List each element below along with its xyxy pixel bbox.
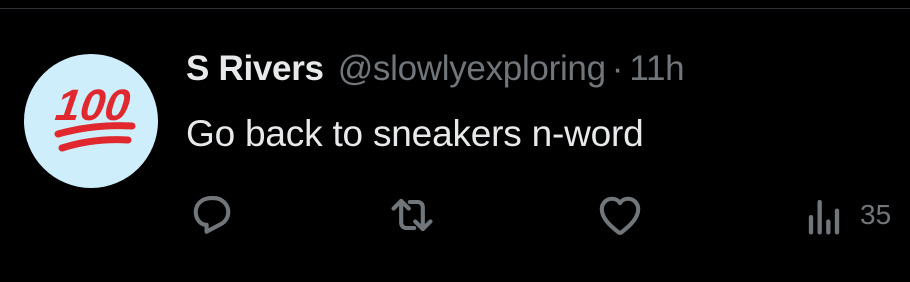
author-handle[interactable]: @slowlyexploring bbox=[338, 49, 606, 89]
heart-icon bbox=[599, 196, 641, 235]
top-divider bbox=[0, 0, 910, 9]
retweet-button[interactable] bbox=[386, 187, 438, 243]
hundred-points-icon: 100 bbox=[53, 81, 136, 152]
reply-button[interactable] bbox=[186, 187, 238, 243]
timestamp[interactable]: 11h bbox=[629, 49, 684, 89]
author-name[interactable]: S Rivers bbox=[186, 49, 324, 89]
separator-dot: · bbox=[611, 49, 624, 88]
views-count: 35 bbox=[860, 199, 892, 230]
tweet-header: S Rivers @slowlyexploring · 11h bbox=[186, 45, 685, 93]
avatar[interactable]: 100 bbox=[24, 54, 158, 188]
views-icon bbox=[808, 199, 840, 235]
like-button[interactable] bbox=[594, 187, 646, 243]
views-button[interactable]: 35 bbox=[798, 187, 891, 243]
tweet[interactable]: 100 S Rivers @slowlyexploring · 11h Go b… bbox=[0, 9, 910, 282]
reply-icon bbox=[193, 196, 231, 234]
retweet-icon bbox=[391, 198, 433, 232]
tweet-text: Go back to sneakers n-word bbox=[186, 113, 644, 154]
action-bar: 35 bbox=[186, 187, 910, 243]
